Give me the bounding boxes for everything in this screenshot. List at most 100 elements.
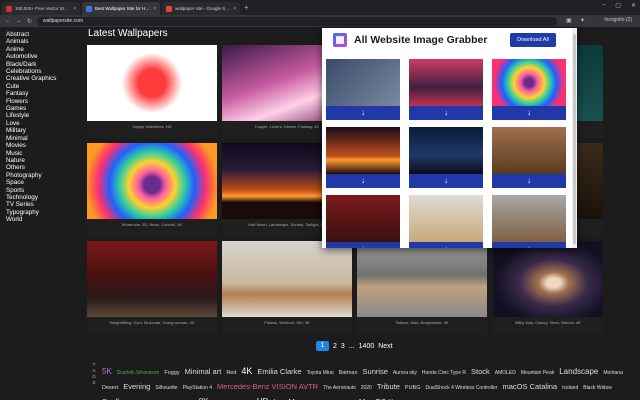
page-link[interactable]: 1400: [359, 343, 375, 350]
tag-link[interactable]: 5K: [102, 366, 112, 378]
tag-link[interactable]: Aurora sky: [393, 367, 417, 379]
wallpaper-card[interactable]: Wormhole, 3D, Neon, Colorful, 4K: [87, 143, 217, 236]
sidebar-category-link[interactable]: Sports: [6, 187, 76, 194]
close-window-icon[interactable]: ✕: [631, 2, 636, 9]
tag-link[interactable]: Stock: [471, 366, 490, 378]
sidebar-category-link[interactable]: Movies: [6, 142, 76, 149]
tag-link[interactable]: macOS Catalina: [503, 381, 558, 393]
grabbed-image-thumbnail[interactable]: [326, 195, 400, 242]
wallpaper-caption[interactable]: Wormhole, 3D, Neon, Colorful, 4K: [87, 219, 217, 236]
tag-link[interactable]: DualShock 4 Wireless Controller: [426, 382, 498, 394]
popup-scrollbar[interactable]: [572, 28, 577, 248]
tag-link[interactable]: Tribute: [377, 381, 400, 393]
tag-link[interactable]: Mountain Peak: [521, 367, 554, 379]
tag-link[interactable]: Landscape: [559, 366, 598, 378]
download-all-button[interactable]: Download All: [510, 33, 556, 47]
grabbed-image-thumbnail[interactable]: [326, 59, 400, 106]
tag-link[interactable]: Minimal art: [185, 366, 222, 378]
wallpaper-caption[interactable]: Fitness, Workout, Girl, 4K: [222, 317, 352, 334]
reload-icon[interactable]: ↻: [26, 18, 33, 25]
tag-link[interactable]: Desert: [102, 382, 118, 394]
download-image-button[interactable]: ↓: [326, 174, 400, 188]
wallpaper-card[interactable]: Milky Way, Galaxy, Stars, Nebula, 4K: [493, 241, 603, 334]
extensions-puzzle-icon[interactable]: ✦: [580, 17, 585, 24]
download-image-button[interactable]: ↓: [326, 242, 400, 248]
wallpaper-thumbnail[interactable]: [222, 241, 352, 318]
grabbed-image-thumbnail[interactable]: [326, 127, 400, 174]
tag-link[interactable]: Toyota Mirai: [307, 367, 334, 379]
tag-link[interactable]: Sunflower: [102, 396, 135, 400]
grabbed-image-thumbnail[interactable]: [409, 195, 483, 242]
tag-link[interactable]: Batman: [339, 367, 358, 379]
tag-link[interactable]: Emilia Clarke: [257, 366, 301, 378]
sidebar-category-link[interactable]: Typography: [6, 209, 76, 216]
wallpaper-card[interactable]: Fitness, Workout, Girl, 4K: [222, 241, 352, 334]
wallpaper-thumbnail[interactable]: [357, 241, 487, 318]
download-image-button[interactable]: ↓: [326, 106, 400, 120]
tag-link[interactable]: Iceland: [562, 382, 578, 394]
grabbed-image-thumbnail[interactable]: [409, 127, 483, 174]
tag-link[interactable]: PlayStation 4: [183, 382, 212, 394]
new-tab-button[interactable]: +: [244, 2, 249, 15]
tag-link[interactable]: Mac OS X: [359, 396, 393, 400]
tag-link[interactable]: Evening: [123, 381, 150, 393]
sidebar-category-link[interactable]: Black/Dark: [6, 61, 76, 68]
wallpaper-card[interactable]: Happy Valentines, HD: [87, 45, 217, 138]
page-link[interactable]: 2: [333, 343, 337, 350]
download-image-button[interactable]: ↓: [492, 174, 566, 188]
sidebar-category-link[interactable]: Nature: [6, 157, 76, 164]
download-image-button[interactable]: ↓: [409, 174, 483, 188]
page-link[interactable]: ...: [349, 343, 355, 350]
tag-link[interactable]: 4K: [241, 365, 252, 377]
sidebar-category-link[interactable]: Celebrations: [6, 68, 76, 75]
wallpaper-caption[interactable]: Weightlifting, Gym, Muscular, Young woma…: [87, 317, 217, 334]
page-current-button[interactable]: 1: [316, 341, 329, 351]
tag-link[interactable]: Red: [226, 367, 236, 379]
sidebar-category-link[interactable]: Flowers: [6, 98, 76, 105]
tab-close-icon[interactable]: ×: [153, 6, 156, 12]
wallpaper-caption[interactable]: Milky Way, Galaxy, Stars, Nebula, 4K: [493, 317, 603, 334]
tag-link[interactable]: Montana: [603, 367, 622, 379]
wallpaper-thumbnail[interactable]: [493, 241, 603, 318]
wallpaper-caption[interactable]: Tattoos, Man, Bodybuilder, 4K: [357, 317, 487, 334]
tag-link[interactable]: Silhouette: [155, 382, 177, 394]
tag-link[interactable]: 8K: [199, 396, 209, 400]
tab-close-icon[interactable]: ×: [233, 6, 236, 12]
tag-link[interactable]: AMOLED: [495, 367, 516, 379]
sidebar-category-link[interactable]: Technology: [6, 194, 76, 201]
sidebar-category-link[interactable]: Minimal: [6, 135, 76, 142]
grabbed-image-thumbnail[interactable]: [409, 59, 483, 106]
sidebar-category-link[interactable]: Automotive: [6, 53, 76, 60]
sidebar-category-link[interactable]: Military: [6, 127, 76, 134]
sidebar-category-link[interactable]: Lifestyle: [6, 112, 76, 119]
extension-grabber-icon[interactable]: ▣: [566, 17, 572, 24]
grabbed-image-thumbnail[interactable]: [492, 59, 566, 106]
grabbed-image-thumbnail[interactable]: [492, 127, 566, 174]
grabbed-image-thumbnail[interactable]: [492, 195, 566, 242]
tag-link[interactable]: 2020: [361, 382, 372, 394]
browser-tab[interactable]: 100,000+ Free Vector Stock Art ·×: [2, 2, 80, 15]
back-icon[interactable]: ←: [4, 18, 11, 24]
tag-link[interactable]: Foggy: [164, 367, 179, 379]
wallpaper-thumbnail[interactable]: [87, 143, 217, 220]
sidebar-category-link[interactable]: Games: [6, 105, 76, 112]
sidebar-category-link[interactable]: Cute: [6, 83, 76, 90]
sidebar-category-link[interactable]: Creative Graphics: [6, 75, 76, 82]
tag-link[interactable]: Mercedes-Benz VISION AVTR: [217, 381, 318, 393]
browser-tab[interactable]: Best Wallpaper Site for HD, 4K W×: [82, 2, 160, 15]
tag-link[interactable]: Honda Civic Type R: [422, 367, 466, 379]
next-page-link[interactable]: Next: [378, 343, 392, 350]
profile-incognito[interactable]: Incognito (2): [604, 17, 632, 23]
wallpaper-thumbnail[interactable]: [87, 241, 217, 318]
download-image-button[interactable]: ↓: [492, 242, 566, 248]
sidebar-category-link[interactable]: Love: [6, 120, 76, 127]
tag-link[interactable]: HD: [257, 396, 269, 400]
page-link[interactable]: 3: [341, 343, 345, 350]
sidebar-category-link[interactable]: Space: [6, 179, 76, 186]
tag-link[interactable]: Black Widow: [583, 382, 612, 394]
forward-icon[interactable]: →: [15, 18, 22, 24]
sidebar-category-link[interactable]: TV Series: [6, 201, 76, 208]
sidebar-category-link[interactable]: Photography: [6, 172, 76, 179]
wallpaper-caption[interactable]: Happy Valentines, HD: [87, 121, 217, 138]
wallpaper-card[interactable]: Tattoos, Man, Bodybuilder, 4K: [357, 241, 487, 334]
